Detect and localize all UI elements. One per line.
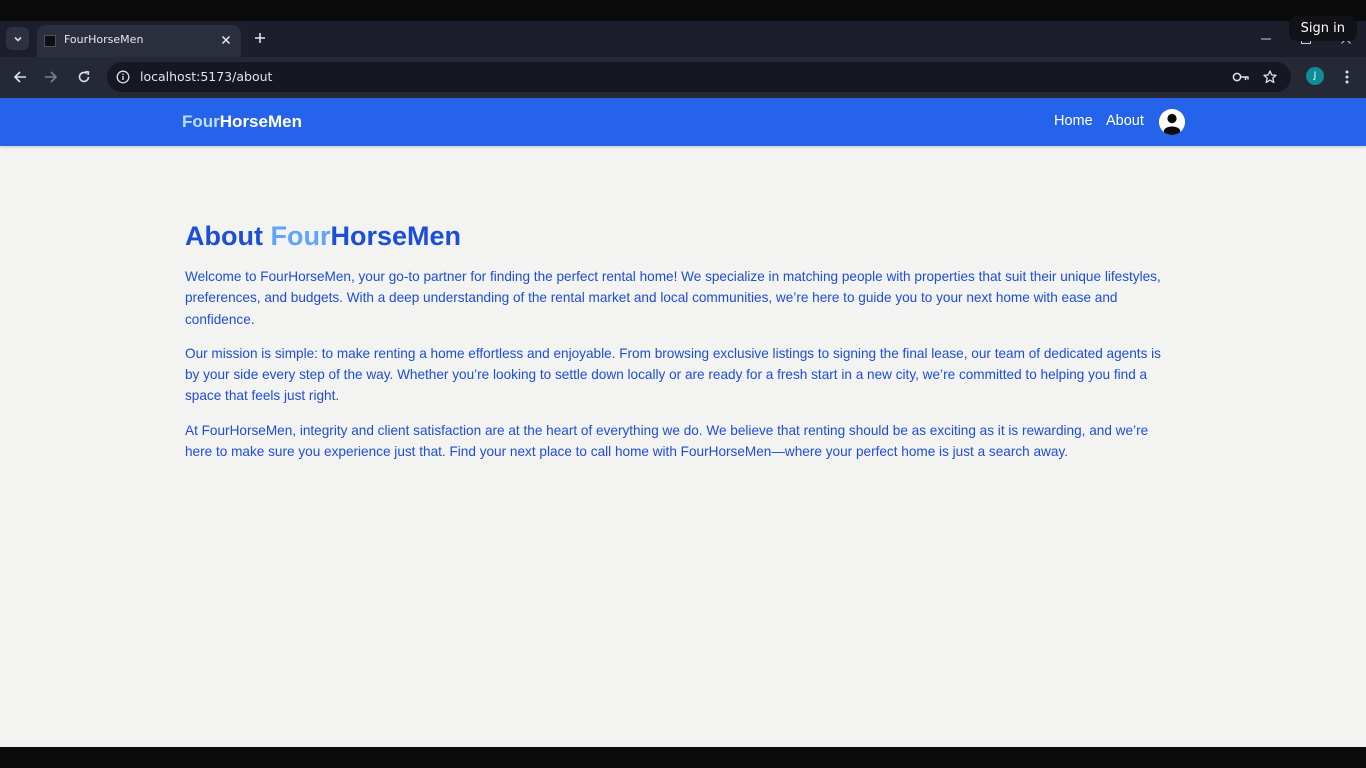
about-paragraph-3: At FourHorseMen, integrity and client sa… [185, 422, 1149, 460]
about-paragraph-1: Welcome to FourHorseMen, your go-to part… [185, 269, 1161, 327]
plus-icon [255, 33, 265, 43]
bottom-strip [0, 747, 1366, 768]
bookmark-button[interactable] [1261, 68, 1279, 86]
title-prefix: About [185, 221, 271, 251]
tab-bar: FourHorseMen Sign in [0, 16, 1366, 57]
title-rest: HorseMen [330, 221, 462, 251]
new-tab-button[interactable] [250, 28, 270, 48]
star-icon [1263, 70, 1277, 84]
tab-close-button[interactable] [218, 32, 234, 48]
info-icon [116, 70, 130, 84]
address-bar[interactable]: localhost:5173/about [107, 62, 1291, 92]
kebab-menu-icon [1345, 70, 1349, 84]
nav-link-about[interactable]: About [1106, 113, 1144, 129]
arrow-right-icon [45, 71, 58, 83]
forward-button[interactable] [39, 65, 63, 89]
tab-search-button[interactable] [6, 27, 29, 50]
browser-tab[interactable]: FourHorseMen [37, 25, 241, 57]
arrow-left-icon [13, 71, 26, 83]
nav-link-home[interactable]: Home [1054, 113, 1093, 129]
about-section: About FourHorseMen Welcome to FourHorseM… [185, 216, 1170, 462]
browser-toolbar: localhost:5173/about J [0, 57, 1366, 98]
user-menu-button[interactable] [1159, 109, 1185, 135]
url-text: localhost:5173/about [140, 69, 273, 84]
title-highlight: Four [270, 221, 331, 251]
favicon-icon [44, 35, 56, 47]
sign-in-tooltip: Sign in [1288, 16, 1357, 41]
screen: FourHorseMen Sign in localhost:5173/abou… [0, 0, 1366, 768]
page-title: About FourHorseMen [185, 216, 1170, 256]
browser-menu-button[interactable] [1336, 65, 1358, 89]
reload-icon [78, 70, 90, 83]
about-paragraph-2: Our mission is simple: to make renting a… [185, 345, 1161, 404]
tab-title: FourHorseMen [64, 33, 144, 46]
minimize-icon [1261, 38, 1271, 40]
top-strip [0, 0, 1366, 21]
close-icon [221, 35, 231, 45]
site-navbar: FourHorseMen Home About [0, 98, 1366, 146]
site-info-button[interactable] [114, 68, 132, 86]
page-viewport: FourHorseMen Home About About FourHorseM… [0, 98, 1366, 747]
back-button[interactable] [8, 65, 32, 89]
password-button[interactable] [1232, 68, 1250, 86]
chevron-down-icon [13, 36, 22, 42]
user-avatar-icon [1159, 109, 1185, 135]
profile-avatar-button[interactable]: J [1306, 67, 1324, 85]
brand-part-four: Four [182, 112, 220, 131]
brand-part-horsemen: HorseMen [219, 112, 302, 131]
reload-button[interactable] [72, 65, 96, 89]
brand-logo-link[interactable]: FourHorseMen [182, 112, 302, 132]
key-icon [1232, 72, 1249, 82]
minimize-button[interactable] [1246, 21, 1286, 57]
